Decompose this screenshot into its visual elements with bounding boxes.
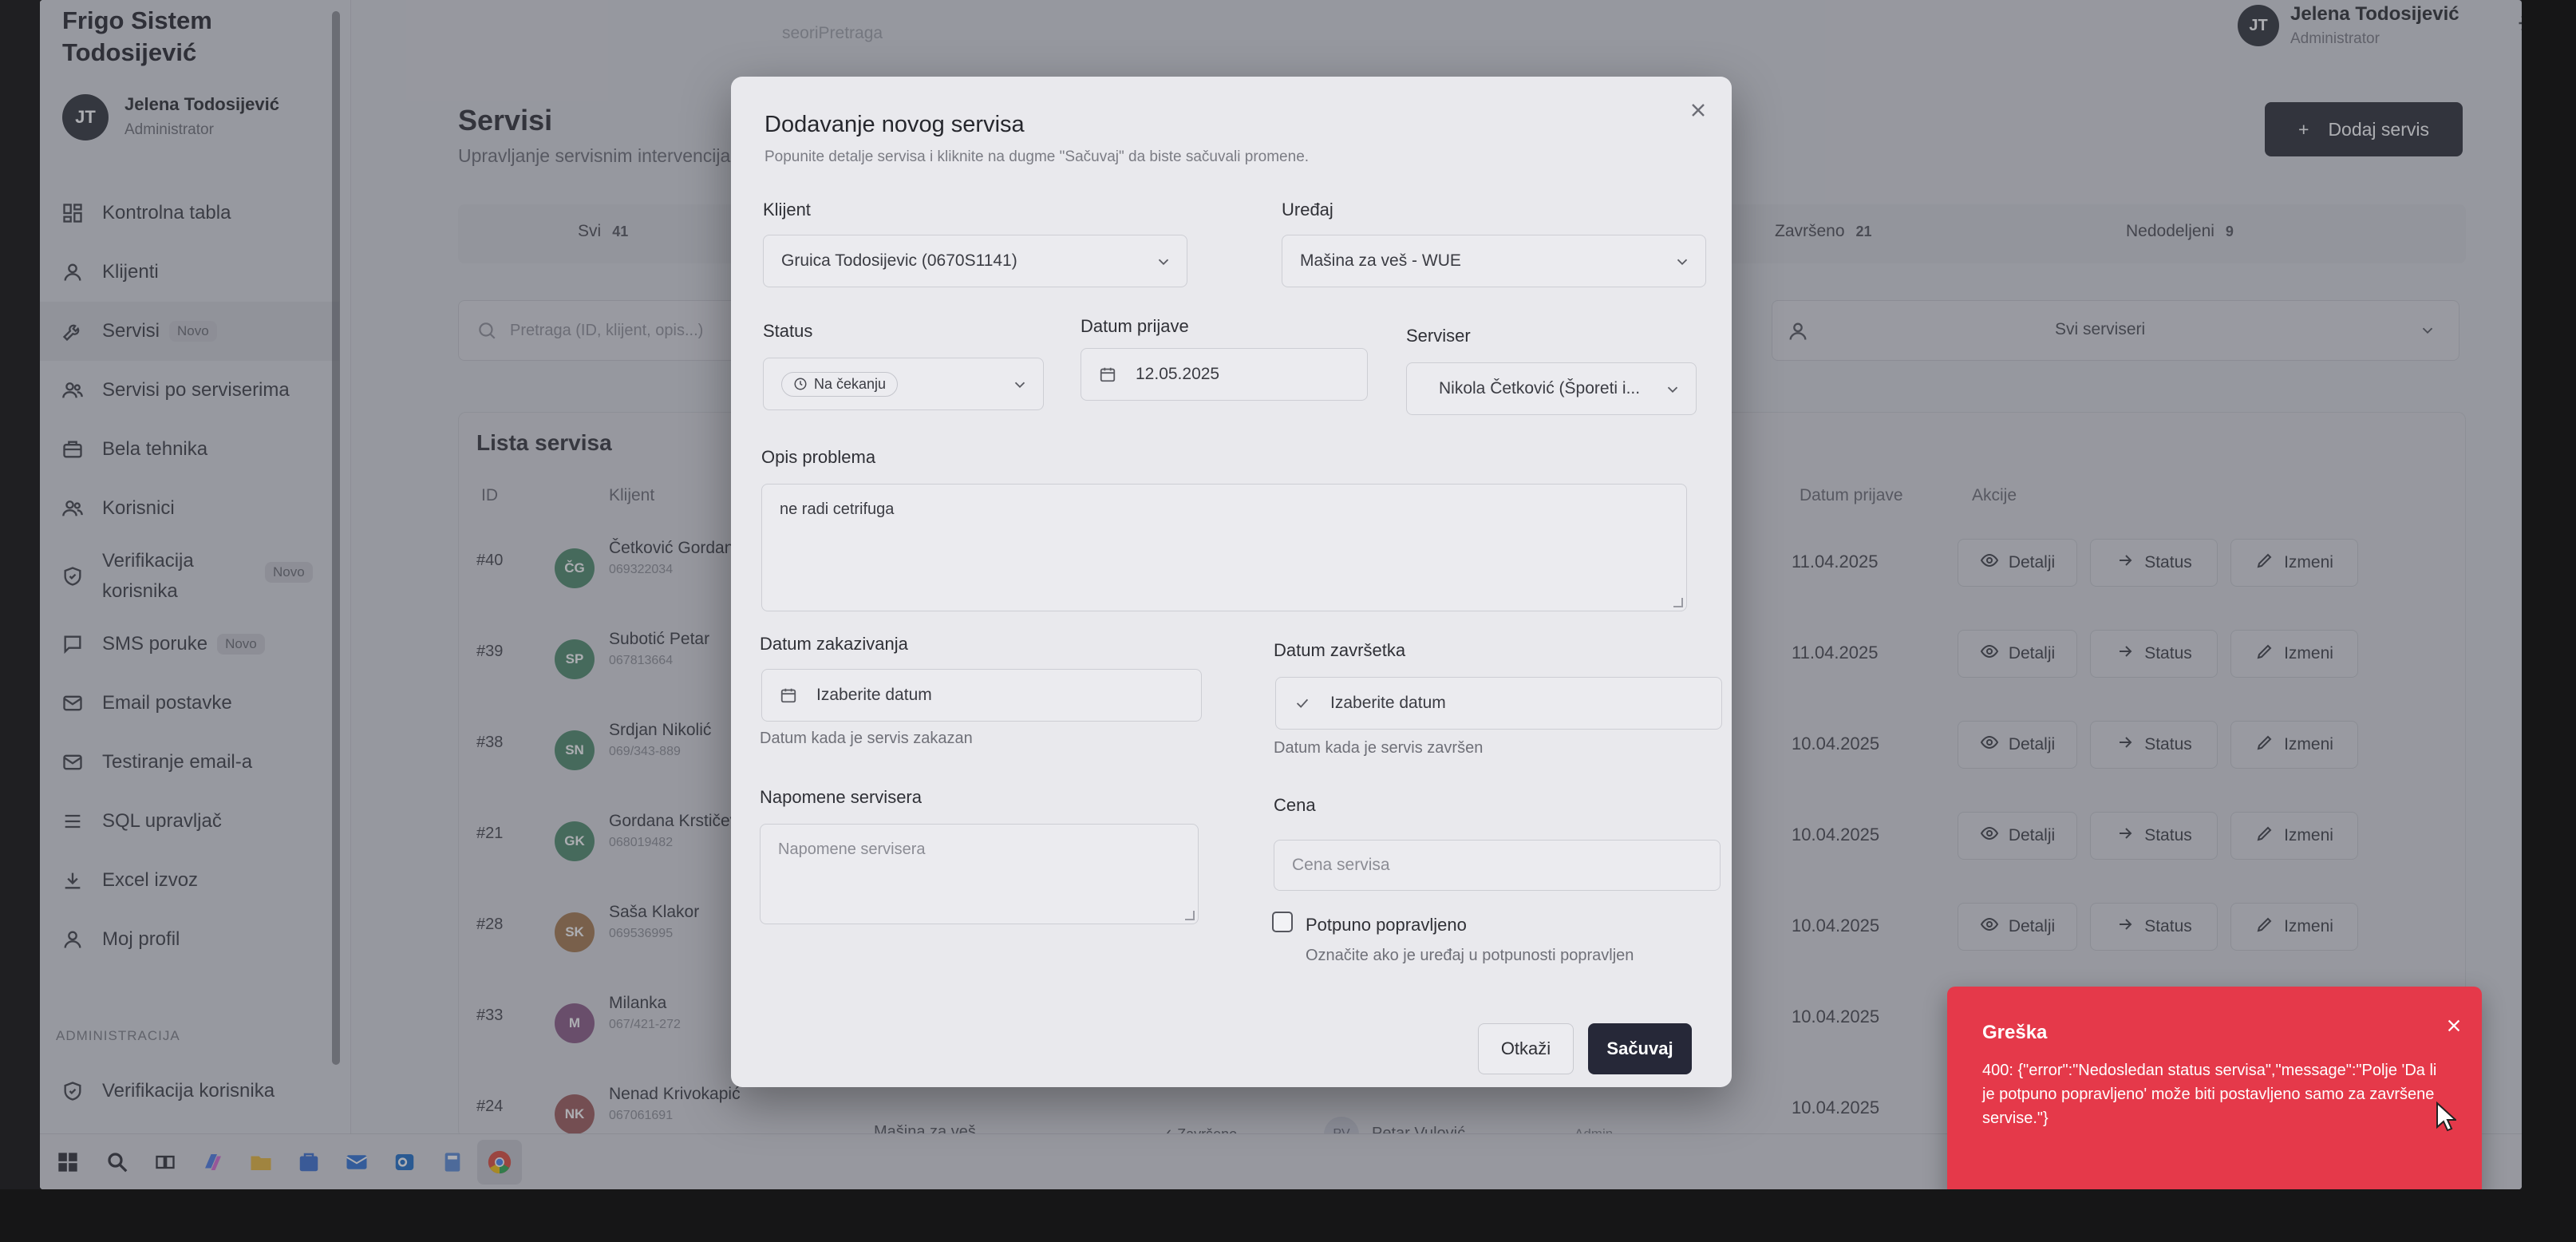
device-select[interactable]: Mašina za veš - WUE: [1282, 235, 1706, 287]
notes-label: Napomene servisera: [760, 787, 922, 807]
close-icon[interactable]: [1689, 101, 1711, 123]
scheduled-date-hint: Datum kada je servis zakazan: [760, 730, 973, 747]
status-label: Status: [763, 321, 813, 341]
monitor-bezel: [2522, 0, 2576, 1242]
chevron-down-icon: [1011, 376, 1029, 394]
clock-icon: [794, 378, 807, 390]
problem-label: Opis problema: [761, 447, 876, 467]
fully-repaired-label: Potpuno popravljeno: [1306, 915, 1467, 935]
close-icon[interactable]: [2445, 1017, 2464, 1036]
toast-message: 400: {"error":"Nedosledan status servisa…: [1982, 1062, 2437, 1127]
chevron-down-icon: [1673, 253, 1691, 271]
dialog-title: Dodavanje novog servisa: [765, 112, 1025, 137]
scheduled-date-label: Datum zakazivanja: [760, 634, 908, 654]
technician-label: Serviser: [1406, 326, 1471, 346]
calendar-icon: [780, 685, 800, 706]
price-input[interactable]: Cena servisa: [1274, 840, 1721, 891]
completed-date-placeholder: Izaberite datum: [1330, 694, 1446, 712]
chevron-down-icon: [1155, 253, 1172, 271]
notes-textarea[interactable]: Napomene servisera: [760, 824, 1199, 924]
date-label: Datum prijave: [1081, 316, 1189, 336]
technician-value: Nikola Četković (Šporeti i...: [1439, 379, 1641, 398]
status-value: Na čekanju: [814, 375, 887, 392]
toast-title: Greška: [1982, 1022, 2048, 1043]
technician-select[interactable]: Nikola Četković (Šporeti i...: [1406, 362, 1697, 415]
calendar-icon: [1099, 364, 1120, 385]
problem-value: ne radi cetrifuga: [780, 500, 895, 518]
save-button[interactable]: Sačuvaj: [1588, 1023, 1692, 1074]
completed-date-picker[interactable]: Izaberite datum: [1275, 677, 1722, 730]
date-value: 12.05.2025: [1136, 365, 1220, 383]
problem-textarea[interactable]: ne radi cetrifuga: [761, 484, 1687, 611]
status-select[interactable]: Na čekanju: [763, 358, 1044, 410]
fully-repaired-hint: Označite ako je uređaj u potpunosti popr…: [1306, 947, 1634, 964]
monitor-bezel: [0, 1189, 2576, 1242]
check-icon: [1294, 693, 1314, 714]
client-value: Gruica Todosijevic (0670S1141): [781, 251, 1017, 270]
chevron-down-icon: [1664, 381, 1681, 398]
notes-placeholder: Napomene servisera: [778, 841, 926, 858]
completed-date-hint: Datum kada je servis završen: [1274, 739, 1484, 757]
device-label: Uređaj: [1282, 200, 1333, 220]
modal-overlay[interactable]: Dodavanje novog servisa Popunite detalje…: [40, 0, 2522, 1189]
mouse-cursor-icon: [2436, 1102, 2456, 1132]
device-value: Mašina za veš - WUE: [1300, 251, 1461, 270]
dialog-subtitle: Popunite detalje servisa i kliknite na d…: [765, 148, 1310, 165]
date-picker[interactable]: 12.05.2025: [1081, 348, 1368, 401]
price-label: Cena: [1274, 795, 1316, 815]
monitor-screen: Frigo Sistem Todosijević JT Jelena Todos…: [40, 0, 2522, 1189]
completed-date-label: Datum završetka: [1274, 640, 1406, 660]
price-placeholder: Cena servisa: [1292, 856, 1390, 874]
client-select[interactable]: Gruica Todosijevic (0670S1141): [763, 235, 1187, 287]
client-label: Klijent: [763, 200, 811, 220]
add-service-dialog: Dodavanje novog servisa Popunite detalje…: [731, 77, 1732, 1087]
error-toast: Greška 400: {"error":"Nedosledan status …: [1947, 987, 2482, 1189]
status-badge: Na čekanju: [781, 371, 899, 397]
resize-handle[interactable]: [1673, 598, 1683, 607]
scheduled-date-placeholder: Izaberite datum: [816, 686, 932, 704]
resize-handle[interactable]: [1185, 911, 1195, 920]
cancel-button[interactable]: Otkaži: [1478, 1023, 1574, 1074]
scheduled-date-picker[interactable]: Izaberite datum: [761, 669, 1202, 722]
fully-repaired-checkbox[interactable]: [1272, 912, 1293, 932]
